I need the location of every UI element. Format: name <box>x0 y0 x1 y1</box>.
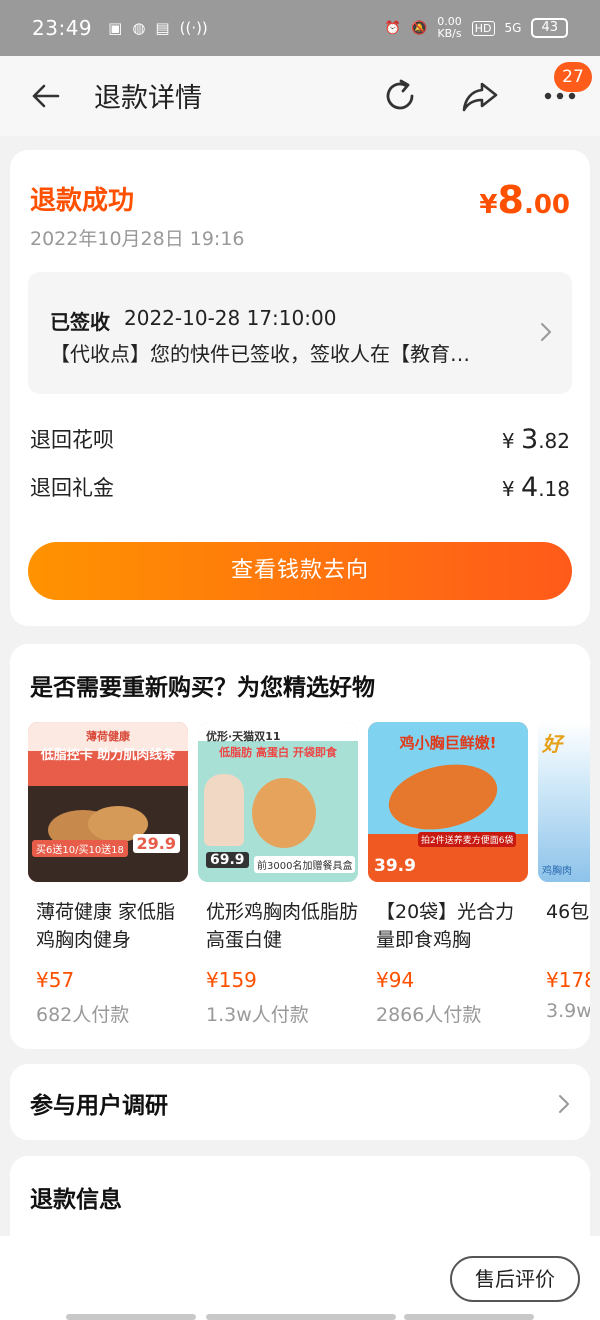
notification-icons: ▣ ◍ ▤ ((·)) <box>108 19 208 37</box>
refund-summary-card: 退款成功 ¥8.00 2022年10月28日 19:16 已签收 2022-10… <box>10 150 590 626</box>
battery-indicator: 43 <box>531 18 568 38</box>
product-carousel[interactable]: 薄荷健康 低脂控卡 助力肌肉线条 买6送10/买10送18 29.9 薄荷健康 … <box>28 722 590 1049</box>
product-name: 46包速食 <box>546 901 590 923</box>
back-arrow-icon[interactable] <box>28 78 64 114</box>
refund-method-amount: ¥ 4.18 <box>501 472 570 503</box>
refund-date: 2022年10月28日 19:16 <box>30 228 245 250</box>
product-image[interactable]: 薄荷健康 低脂控卡 助力肌肉线条 买6送10/买10送18 29.9 <box>28 722 188 882</box>
clipboard-icon: ▤ <box>155 19 170 37</box>
app-notification-icon: ▣ <box>108 19 123 37</box>
after-sale-review-button[interactable]: 售后评价 <box>450 1256 580 1302</box>
logistics-status: 已签收 <box>50 310 110 334</box>
logistics-detail: 【代收点】您的快件已签收，签收人在【教育… <box>50 342 470 366</box>
refund-amount: ¥8.00 <box>479 178 570 222</box>
product-image[interactable]: 鸡小胸巨鲜嫩! 拍2件送养麦方便面6袋 39.9 <box>368 722 528 882</box>
mute-icon: 🔕 <box>411 20 428 36</box>
recommendation-card: 是否需要重新购买？为您精选好物 薄荷健康 低脂控卡 助力肌肉线条 买6送10/买… <box>10 644 590 1049</box>
product-price: ¥94 <box>376 968 415 992</box>
wechat-icon: ◍ <box>132 19 146 37</box>
message-count-badge: 27 <box>554 62 592 92</box>
product-sold-count: 682人付款 <box>36 1004 130 1026</box>
product-price: ¥159 <box>206 968 257 992</box>
refund-status: 退款成功 <box>30 186 135 216</box>
refund-method-label: 退回花呗 <box>30 428 114 452</box>
chevron-right-icon <box>541 323 551 341</box>
refund-method-label: 退回礼金 <box>30 476 114 500</box>
survey-card[interactable]: 参与用户调研 <box>10 1064 590 1140</box>
hotspot-icon: ((·)) <box>179 19 208 37</box>
product-sold-count: 2866人付款 <box>376 1004 482 1026</box>
survey-title: 参与用户调研 <box>30 1093 168 1119</box>
product-sold-count: 1.3w人付款 <box>206 1004 309 1026</box>
product-name: 薄荷健康 家低脂鸡胸肉健身 <box>36 901 176 951</box>
view-money-flow-button[interactable]: 查看钱款去向 <box>28 542 572 600</box>
refund-method-amount: ¥ 3.82 <box>501 424 570 455</box>
page-title: 退款详情 <box>94 83 202 114</box>
refund-info-title: 退款信息 <box>30 1187 122 1213</box>
recommendation-title: 是否需要重新购买？为您精选好物 <box>30 675 375 701</box>
gesture-bar <box>66 1314 196 1320</box>
gesture-bar <box>206 1314 396 1320</box>
gesture-bar <box>404 1314 534 1320</box>
system-icons: ⏰ 🔕 0.00 KB/s HD 5G 43 <box>385 16 568 40</box>
status-bar: 23:49 ▣ ◍ ▤ ((·)) ⏰ 🔕 0.00 KB/s HD 5G 43 <box>0 0 600 56</box>
chevron-right-icon <box>559 1095 569 1113</box>
bottom-action-bar: 售后评价 <box>0 1236 600 1320</box>
signal-indicator: 5G <box>504 21 522 35</box>
product-image[interactable]: 好 鸡胸肉 <box>538 722 590 882</box>
hd-badge: HD <box>471 20 495 36</box>
product-name: 【20袋】光合力量即食鸡胸 <box>376 901 515 951</box>
share-icon[interactable] <box>460 76 500 116</box>
net-speed: 0.00 KB/s <box>437 15 462 40</box>
product-price: ¥178 <box>546 968 590 992</box>
alarm-icon: ⏰ <box>384 20 402 36</box>
status-time: 23:49 <box>32 16 93 40</box>
product-image[interactable]: 优形·天猫双11 低脂肪 高蛋白 开袋即食 69.9 前3000名加赠餐具盒 <box>198 722 358 882</box>
logistics-time: 2022-10-28 17:10:00 <box>124 306 337 330</box>
product-sold-count: 3.9w <box>546 1000 590 1022</box>
product-name: 优形鸡胸肉低脂肪高蛋白健 <box>206 901 359 951</box>
logistics-status-box[interactable]: 已签收 2022-10-28 17:10:00 【代收点】您的快件已签收，签收人… <box>28 272 572 394</box>
product-price: ¥57 <box>36 968 75 992</box>
refresh-icon[interactable] <box>380 76 420 116</box>
nav-bar: 退款详情 <box>0 56 600 136</box>
